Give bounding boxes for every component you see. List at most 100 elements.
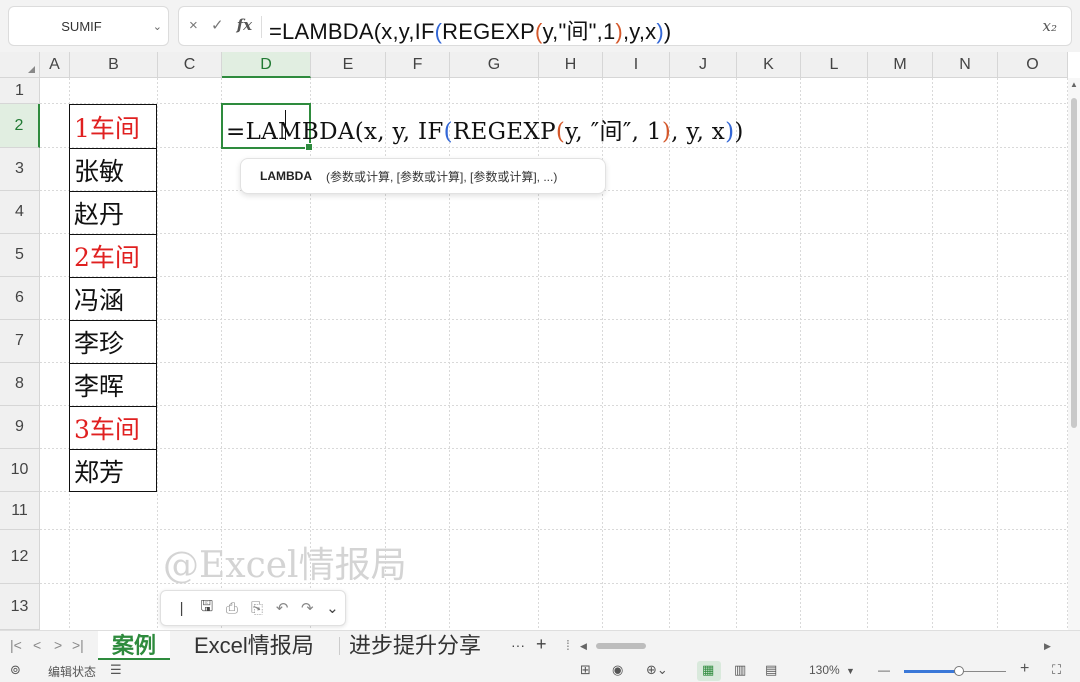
- column-header-b[interactable]: B: [70, 52, 158, 78]
- gridline: [40, 448, 1080, 449]
- enter-icon[interactable]: ✓: [211, 16, 224, 34]
- vertical-scrollbar[interactable]: ▲: [1068, 78, 1080, 630]
- cell-b9[interactable]: 3车间: [69, 406, 157, 449]
- gridline: [40, 233, 1080, 234]
- row-header-10[interactable]: 10: [0, 449, 40, 492]
- chevron-down-icon[interactable]: ▼: [846, 666, 855, 676]
- column-header-f[interactable]: F: [386, 52, 450, 78]
- fullscreen-icon[interactable]: ⛶: [1052, 662, 1061, 678]
- expand-formula-icon[interactable]: x₂: [1043, 17, 1057, 35]
- print-icon[interactable]: ⎙: [219, 600, 244, 617]
- formula-part: REGEXP: [442, 19, 536, 44]
- function-signature-tooltip: LAMBDA (参数或计算, [参数或计算], [参数或计算], ...): [240, 158, 606, 194]
- undo-icon[interactable]: ↶: [270, 599, 295, 617]
- column-header-c[interactable]: C: [158, 52, 222, 78]
- worksheet-grid[interactable]: A B C D E F G H I J K L M N O 1 2 3 4 5 …: [0, 52, 1080, 630]
- column-header-g[interactable]: G: [450, 52, 539, 78]
- gridline: [669, 78, 670, 630]
- add-sheet-icon[interactable]: +: [536, 634, 547, 655]
- formula-input[interactable]: × ✓ fx =LAMBDA(x,y,IF(REGEXP(y,"间",1),y,…: [178, 6, 1072, 46]
- chevron-down-icon[interactable]: ⌄: [320, 599, 345, 617]
- horizontal-scrollbar[interactable]: [590, 642, 1050, 650]
- row-header-6[interactable]: 6: [0, 277, 40, 320]
- column-header-h[interactable]: H: [539, 52, 603, 78]
- eye-icon[interactable]: ◉: [612, 662, 623, 678]
- column-header-e[interactable]: E: [311, 52, 386, 78]
- row-header-7[interactable]: 7: [0, 320, 40, 363]
- macro-record-icon[interactable]: ⊚: [10, 662, 21, 678]
- edit-mode-status: 编辑状态: [48, 665, 97, 679]
- normal-view-icon[interactable]: ▦: [702, 662, 714, 678]
- crosshair-icon[interactable]: ⊕⌄: [646, 662, 668, 678]
- row-header-1[interactable]: 1: [0, 78, 40, 104]
- column-header-l[interactable]: L: [801, 52, 868, 78]
- cell-d2-editor[interactable]: =LAMBDA(x, y, IF(REGEXP(y, ″间″, 1), y, x…: [226, 112, 744, 146]
- zoom-slider-handle[interactable]: [954, 666, 964, 676]
- list-icon[interactable]: ☰: [110, 662, 122, 678]
- zoom-level[interactable]: 130%: [809, 663, 840, 677]
- redo-icon[interactable]: ↷: [295, 599, 320, 617]
- row-header-11[interactable]: 11: [0, 492, 40, 530]
- cell-b3[interactable]: 张敏: [69, 148, 157, 191]
- scrollbar-thumb[interactable]: [1071, 98, 1077, 428]
- column-header-a[interactable]: A: [40, 52, 70, 78]
- row-header-13[interactable]: 13: [0, 584, 40, 630]
- next-sheet-icon[interactable]: >: [54, 637, 62, 653]
- gridline: [736, 78, 737, 630]
- tab-sheet-progress[interactable]: 进步提升分享: [349, 631, 481, 661]
- row-header-12[interactable]: 12: [0, 530, 40, 584]
- zoom-slider-fill: [904, 670, 959, 673]
- select-all-corner[interactable]: [0, 52, 40, 78]
- row-header-9[interactable]: 9: [0, 406, 40, 449]
- formula-bar-divider: [261, 16, 262, 38]
- prev-sheet-icon[interactable]: <: [33, 637, 41, 653]
- scroll-right-icon[interactable]: ▶: [1044, 641, 1051, 652]
- zoom-in-button[interactable]: +: [1020, 660, 1029, 678]
- column-header-n[interactable]: N: [933, 52, 998, 78]
- formula-text[interactable]: =LAMBDA(x,y,IF(REGEXP(y,"间",1),y,x)): [269, 14, 671, 46]
- cell-b7[interactable]: 李珍: [69, 320, 157, 363]
- gridline: [40, 103, 1080, 104]
- scroll-up-icon[interactable]: ▲: [1070, 80, 1078, 89]
- cell-b10[interactable]: 郑芳: [69, 449, 157, 492]
- formula-paren: ): [725, 119, 735, 145]
- last-sheet-icon[interactable]: >|: [72, 637, 84, 653]
- cell-b4[interactable]: 赵丹: [69, 191, 157, 234]
- column-header-m[interactable]: M: [868, 52, 933, 78]
- tooltip-function-name[interactable]: LAMBDA: [260, 169, 312, 183]
- cell-b8[interactable]: 李晖: [69, 363, 157, 406]
- row-header-3[interactable]: 3: [0, 148, 40, 191]
- save-icon[interactable]: 🖫: [194, 596, 219, 621]
- tab-sheet-case[interactable]: 案例: [98, 631, 171, 661]
- cell-b6[interactable]: 冯涵: [69, 277, 157, 320]
- zoom-out-button[interactable]: —: [878, 663, 890, 677]
- scrollbar-thumb[interactable]: [596, 643, 646, 649]
- column-header-i[interactable]: I: [603, 52, 670, 78]
- drag-handle[interactable]: |: [169, 600, 194, 617]
- row-header-8[interactable]: 8: [0, 363, 40, 406]
- more-sheets-icon[interactable]: ···: [511, 637, 525, 653]
- first-sheet-icon[interactable]: |<: [10, 637, 22, 653]
- cell-b2[interactable]: 1车间: [69, 104, 157, 148]
- row-header-2[interactable]: 2: [0, 104, 40, 148]
- scroll-left-icon[interactable]: ◀: [580, 641, 587, 652]
- row-header-4[interactable]: 4: [0, 191, 40, 234]
- row-header-5[interactable]: 5: [0, 234, 40, 277]
- column-header-k[interactable]: K: [737, 52, 801, 78]
- freeze-icon[interactable]: ⊞: [580, 662, 591, 678]
- tab-sheet-excel[interactable]: Excel情报局: [194, 631, 314, 661]
- column-header-d[interactable]: D: [222, 52, 311, 78]
- print-preview-icon[interactable]: ⎘: [244, 600, 269, 617]
- page-break-icon[interactable]: ▤: [765, 662, 777, 678]
- column-header-o[interactable]: O: [998, 52, 1068, 78]
- chevron-down-icon[interactable]: ⌄: [153, 20, 162, 33]
- tab-divider: [339, 637, 340, 655]
- page-layout-icon[interactable]: ▥: [734, 662, 746, 678]
- watermark: @Excel情报局: [163, 545, 407, 586]
- insert-function-icon[interactable]: fx: [237, 16, 252, 34]
- cancel-icon[interactable]: ×: [189, 17, 198, 34]
- formula-bar: SUMIF ⌄ × ✓ fx =LAMBDA(x,y,IF(REGEXP(y,"…: [0, 0, 1080, 52]
- name-box[interactable]: SUMIF ⌄: [8, 6, 169, 46]
- column-header-j[interactable]: J: [670, 52, 737, 78]
- cell-b5[interactable]: 2车间: [69, 234, 157, 277]
